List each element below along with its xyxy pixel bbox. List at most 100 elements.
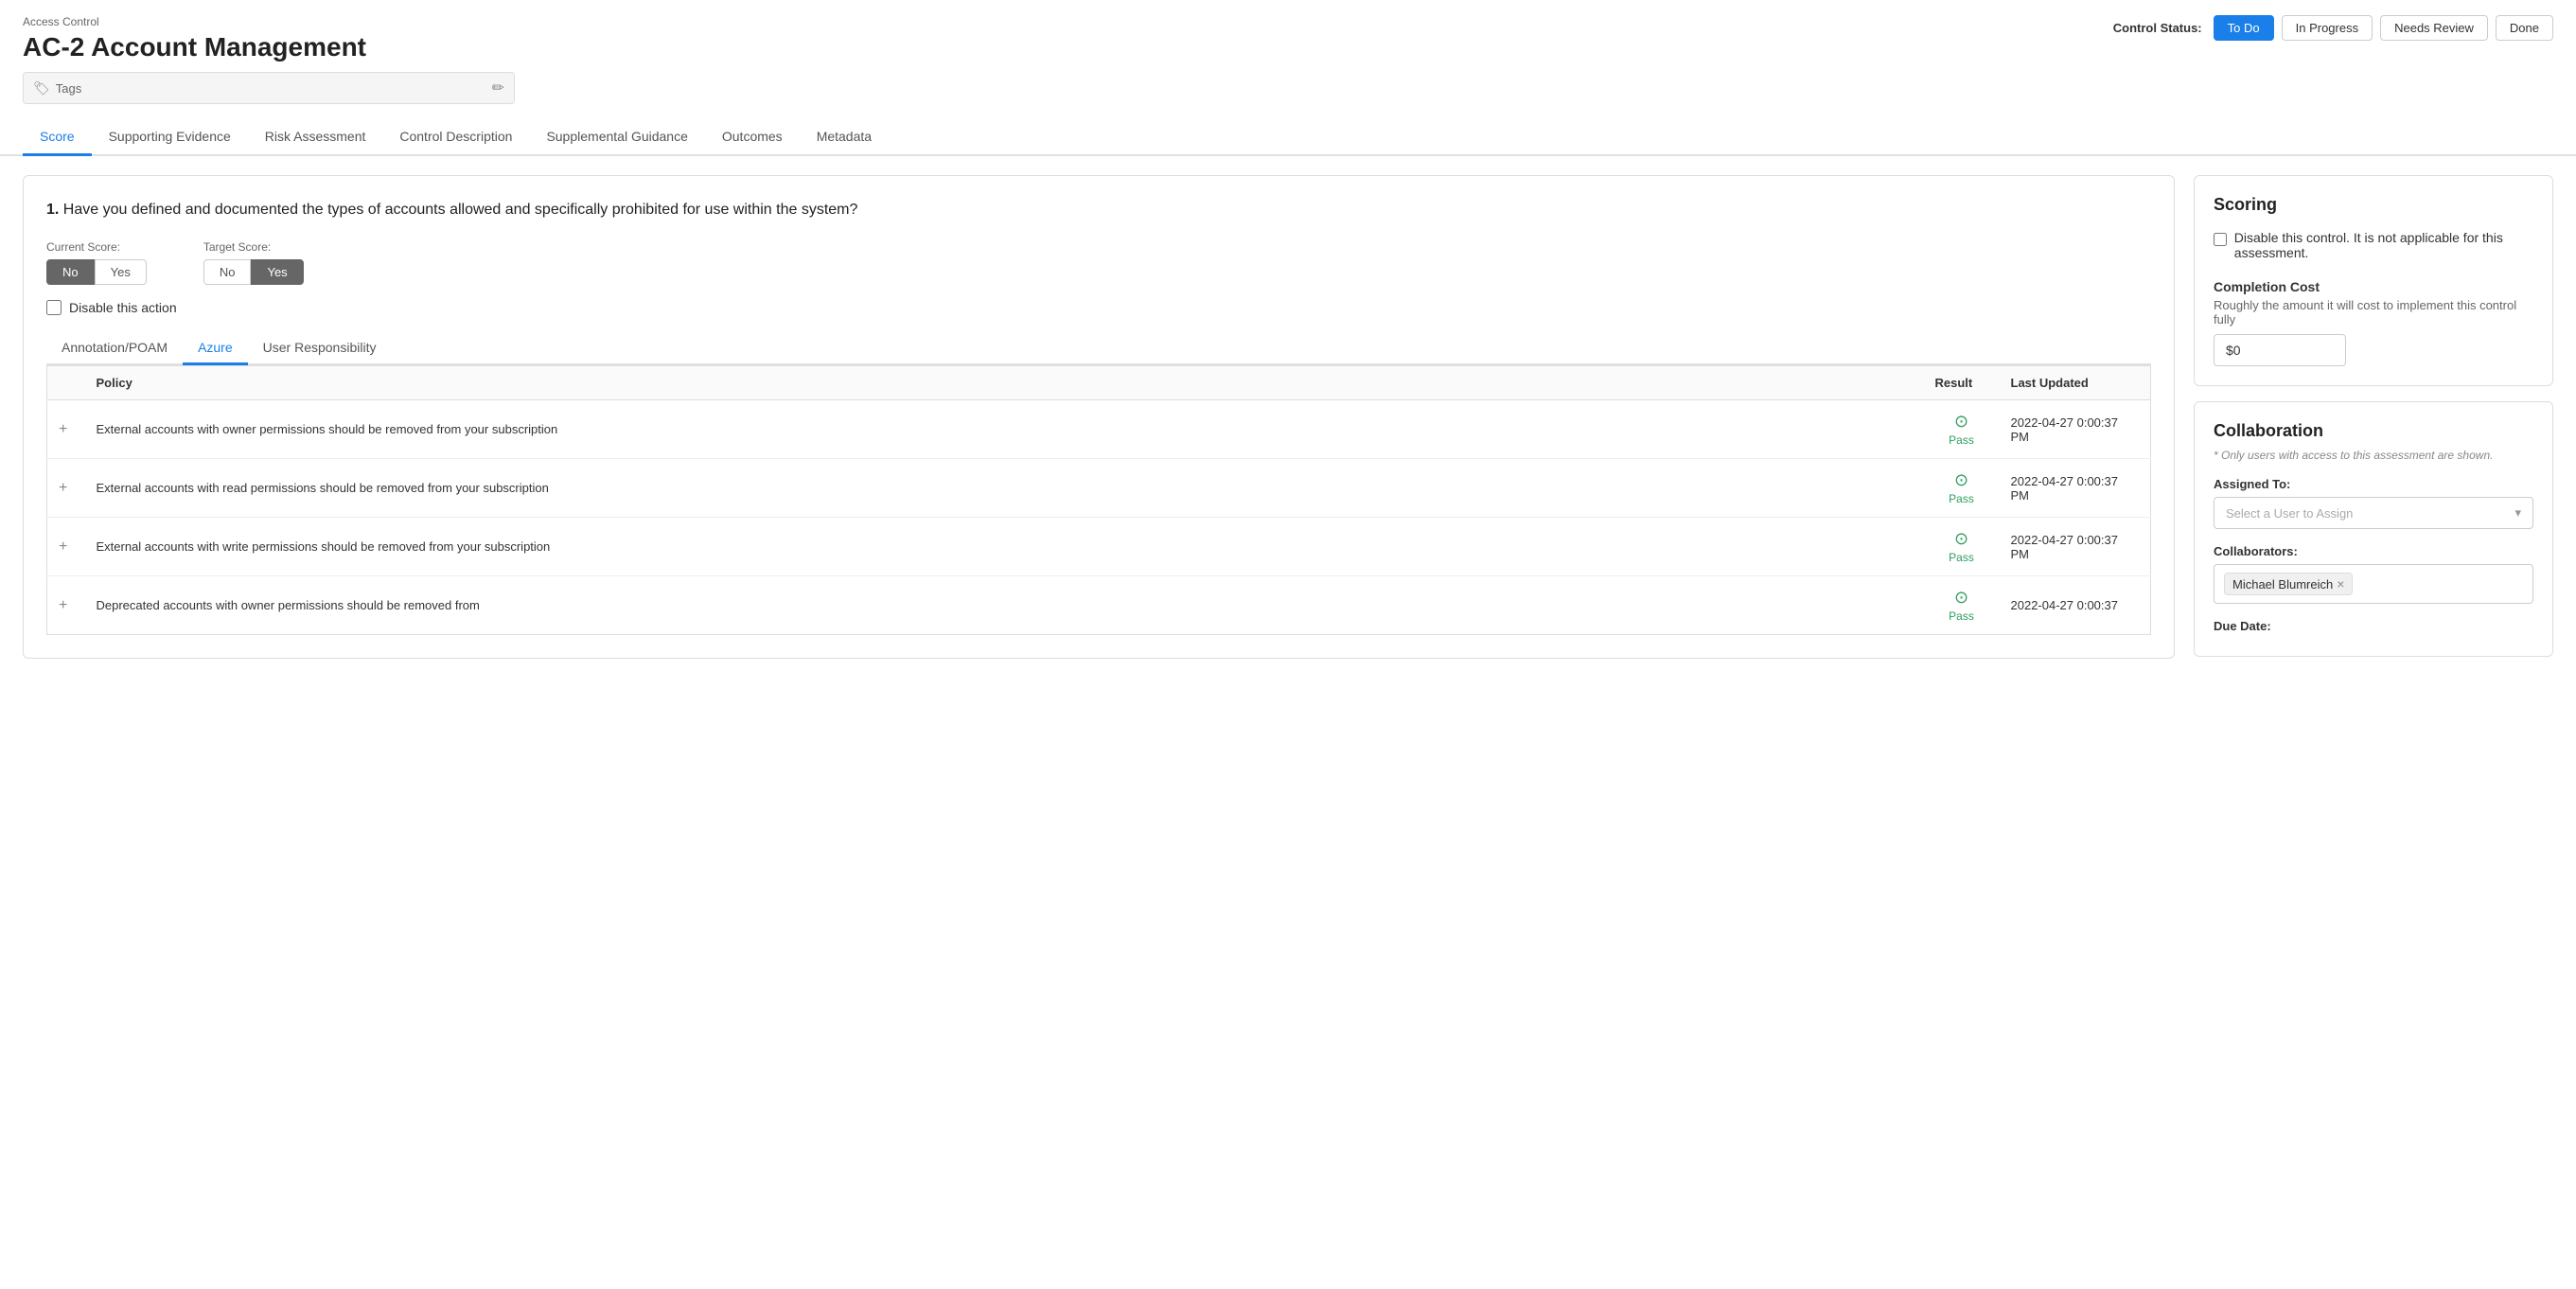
- tab-outcomes[interactable]: Outcomes: [705, 119, 800, 156]
- current-score-label: Current Score:: [46, 240, 147, 254]
- result-cell: ⊙ Pass: [1935, 529, 1988, 564]
- assign-select-placeholder: Select a User to Assign: [2226, 506, 2353, 521]
- policy-cell: External accounts with read permissions …: [85, 459, 1924, 518]
- disable-action-text: Disable this action: [69, 300, 177, 315]
- status-needs-review-button[interactable]: Needs Review: [2380, 15, 2488, 41]
- pass-icon: ⊙: [1954, 588, 1968, 608]
- th-last-updated: Last Updated: [2000, 366, 2151, 400]
- result-label: Pass: [1949, 492, 1974, 505]
- last-updated-cell: 2022-04-27 0:00:37 PM: [2000, 459, 2151, 518]
- tab-control-description[interactable]: Control Description: [382, 119, 529, 156]
- cost-input[interactable]: [2214, 334, 2346, 366]
- sub-tab-annotation[interactable]: Annotation/POAM: [46, 332, 183, 365]
- result-cell: ⊙ Pass: [1935, 412, 1988, 447]
- current-score-yes-button[interactable]: Yes: [95, 259, 147, 285]
- cost-desc: Roughly the amount it will cost to imple…: [2214, 298, 2533, 327]
- th-expand: [47, 366, 85, 400]
- collaborators-box: Michael Blumreich ×: [2214, 564, 2533, 604]
- last-updated-cell: 2022-04-27 0:00:37 PM: [2000, 400, 2151, 459]
- policy-cell: Deprecated accounts with owner permissio…: [85, 576, 1924, 635]
- collab-note: * Only users with access to this assessm…: [2214, 449, 2533, 462]
- control-status-label: Control Status:: [2113, 21, 2202, 35]
- collaborator-name: Michael Blumreich: [2232, 577, 2333, 592]
- last-updated-cell: 2022-04-27 0:00:37: [2000, 576, 2151, 635]
- breadcrumb: Access Control: [23, 15, 515, 28]
- last-updated-cell: 2022-04-27 0:00:37 PM: [2000, 518, 2151, 576]
- tab-supporting-evidence[interactable]: Supporting Evidence: [92, 119, 248, 156]
- result-cell: ⊙ Pass: [1935, 588, 1988, 623]
- expand-row-button[interactable]: +: [59, 597, 67, 613]
- pass-icon: ⊙: [1954, 529, 1968, 549]
- tab-supplemental-guidance[interactable]: Supplemental Guidance: [529, 119, 704, 156]
- status-in-progress-button[interactable]: In Progress: [2282, 15, 2373, 41]
- question-text: 1. Have you defined and documented the t…: [46, 199, 2151, 221]
- policy-table: Policy Result Last Updated + External ac…: [46, 365, 2151, 635]
- disable-action-label[interactable]: Disable this action: [46, 300, 2151, 315]
- due-date-label: Due Date:: [2214, 619, 2533, 633]
- assigned-to-label: Assigned To:: [2214, 477, 2533, 491]
- assign-select-dropdown[interactable]: Select a User to Assign ▾: [2214, 497, 2533, 529]
- sub-tabs: Annotation/POAM Azure User Responsibilit…: [46, 332, 2151, 365]
- tags-edit-button[interactable]: ✏: [492, 79, 504, 97]
- expand-row-button[interactable]: +: [59, 480, 67, 496]
- collab-title: Collaboration: [2214, 421, 2533, 441]
- result-label: Pass: [1949, 609, 1974, 623]
- question-body: Have you defined and documented the type…: [63, 202, 858, 218]
- collaboration-card: Collaboration * Only users with access t…: [2194, 401, 2553, 657]
- remove-collaborator-button[interactable]: ×: [2337, 576, 2344, 592]
- right-panel: Scoring Disable this control. It is not …: [2194, 175, 2553, 659]
- question-card: 1. Have you defined and documented the t…: [23, 175, 2175, 659]
- chevron-down-icon: ▾: [2514, 505, 2521, 521]
- collaborator-chip: Michael Blumreich ×: [2224, 573, 2353, 595]
- pass-icon: ⊙: [1954, 470, 1968, 490]
- header-right: Control Status: To Do In Progress Needs …: [2113, 15, 2553, 41]
- expand-row-button[interactable]: +: [59, 421, 67, 437]
- pass-icon: ⊙: [1954, 412, 1968, 432]
- current-score-group: Current Score: No Yes: [46, 240, 147, 285]
- tags-bar: 🏷 Tags ✏: [23, 72, 515, 104]
- target-score-buttons: No Yes: [203, 259, 304, 285]
- header-left: Access Control AC-2 Account Management 🏷…: [23, 15, 515, 104]
- disable-control-text: Disable this control. It is not applicab…: [2234, 230, 2533, 260]
- target-score-label: Target Score:: [203, 240, 304, 254]
- target-score-no-button[interactable]: No: [203, 259, 252, 285]
- target-score-yes-button[interactable]: Yes: [251, 259, 303, 285]
- policy-cell: External accounts with write permissions…: [85, 518, 1924, 576]
- expand-row-button[interactable]: +: [59, 539, 67, 555]
- result-cell: ⊙ Pass: [1935, 470, 1988, 505]
- question-number: 1.: [46, 202, 59, 218]
- collaborators-label: Collaborators:: [2214, 544, 2533, 558]
- sub-tab-azure[interactable]: Azure: [183, 332, 248, 365]
- target-score-group: Target Score: No Yes: [203, 240, 304, 285]
- table-row: + External accounts with write permissio…: [47, 518, 2151, 576]
- scores-row: Current Score: No Yes Target Score: No Y…: [46, 240, 2151, 285]
- table-row: + External accounts with owner permissio…: [47, 400, 2151, 459]
- status-todo-button[interactable]: To Do: [2214, 15, 2274, 41]
- page-container: Access Control AC-2 Account Management 🏷…: [0, 0, 2576, 1289]
- main-tabs: Score Supporting Evidence Risk Assessmen…: [0, 119, 2576, 156]
- tab-risk-assessment[interactable]: Risk Assessment: [248, 119, 383, 156]
- result-label: Pass: [1949, 433, 1974, 447]
- main-content: 1. Have you defined and documented the t…: [0, 156, 2576, 678]
- table-row: + External accounts with read permission…: [47, 459, 2151, 518]
- current-score-no-button[interactable]: No: [46, 259, 95, 285]
- disable-action-checkbox[interactable]: [46, 300, 62, 315]
- th-policy: Policy: [85, 366, 1924, 400]
- tag-icon: 🏷: [33, 80, 50, 97]
- tab-score[interactable]: Score: [23, 119, 92, 156]
- current-score-buttons: No Yes: [46, 259, 147, 285]
- result-label: Pass: [1949, 551, 1974, 564]
- disable-control-checkbox[interactable]: [2214, 232, 2227, 247]
- scoring-card: Scoring Disable this control. It is not …: [2194, 175, 2553, 386]
- sub-tab-user-responsibility[interactable]: User Responsibility: [248, 332, 392, 365]
- tags-placeholder: Tags: [56, 81, 81, 96]
- left-panel: 1. Have you defined and documented the t…: [23, 175, 2175, 659]
- status-done-button[interactable]: Done: [2496, 15, 2553, 41]
- completion-cost-section: Completion Cost Roughly the amount it wi…: [2214, 279, 2533, 366]
- cost-title: Completion Cost: [2214, 279, 2533, 294]
- table-row: + Deprecated accounts with owner permiss…: [47, 576, 2151, 635]
- scoring-title: Scoring: [2214, 195, 2533, 215]
- tab-metadata[interactable]: Metadata: [800, 119, 889, 156]
- tags-left: 🏷 Tags: [33, 80, 81, 97]
- disable-control-label[interactable]: Disable this control. It is not applicab…: [2214, 230, 2533, 260]
